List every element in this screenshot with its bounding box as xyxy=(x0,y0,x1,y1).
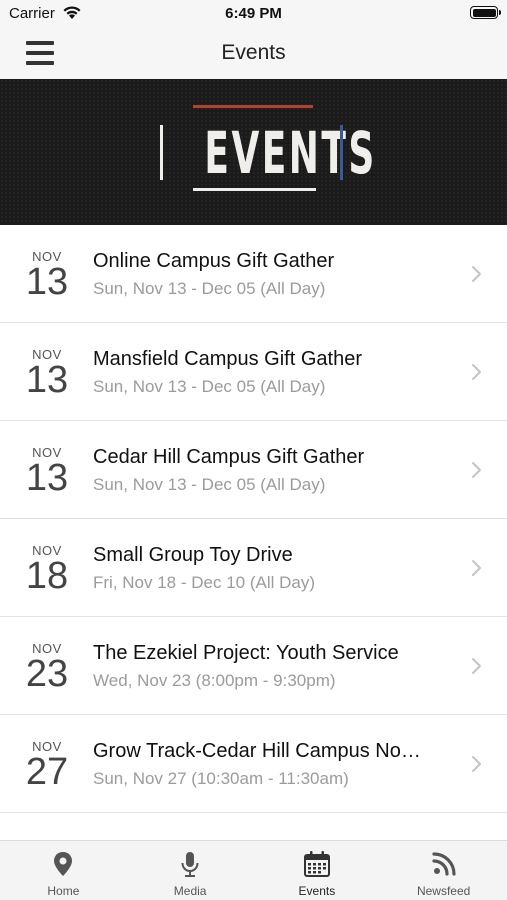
event-title: Online Campus Gift Gather xyxy=(93,250,335,272)
event-row[interactable]: NOV 27 Grow Track-Cedar Hill Campus No… … xyxy=(0,715,507,813)
event-day: 18 xyxy=(25,555,69,597)
rss-feed-icon xyxy=(432,852,456,876)
event-subtitle: Sun, Nov 13 - Dec 05 (All Day) xyxy=(93,279,326,298)
event-title: Small Group Toy Drive xyxy=(93,544,293,566)
event-row-partial[interactable] xyxy=(0,813,507,840)
tab-events[interactable]: Events xyxy=(254,841,381,900)
event-title: The Ezekiel Project: Youth Service xyxy=(93,642,399,664)
event-day: 13 xyxy=(25,457,69,499)
events-list[interactable]: NOV 13 Online Campus Gift Gather Sun, No… xyxy=(0,225,507,840)
chevron-right-icon xyxy=(472,658,481,674)
events-logo: EVENTS xyxy=(160,105,377,195)
microphone-icon xyxy=(181,852,199,877)
chevron-right-icon xyxy=(472,266,481,282)
banner-right-bar xyxy=(340,125,343,180)
event-subtitle: Sun, Nov 27 (10:30am - 11:30am) xyxy=(93,769,349,788)
event-row[interactable]: NOV 23 The Ezekiel Project: Youth Servic… xyxy=(0,617,507,715)
battery-icon xyxy=(470,6,501,19)
navigation-bar: Events xyxy=(0,28,507,79)
status-bar: Carrier 6:49 PM xyxy=(0,0,507,28)
event-row[interactable]: NOV 13 Cedar Hill Campus Gift Gather Sun… xyxy=(0,421,507,519)
event-day: 23 xyxy=(25,653,69,695)
tab-label: Media xyxy=(173,884,207,898)
event-row[interactable]: NOV 13 Online Campus Gift Gather Sun, No… xyxy=(0,225,507,323)
page-title: Events xyxy=(221,41,286,64)
event-subtitle: Wed, Nov 23 (8:00pm - 9:30pm) xyxy=(93,671,336,690)
event-subtitle: Sun, Nov 13 - Dec 05 (All Day) xyxy=(93,475,326,494)
banner-red-rule xyxy=(193,105,313,108)
tab-label: Newsfeed xyxy=(416,884,471,898)
chevron-right-icon xyxy=(472,756,481,772)
event-day: 27 xyxy=(25,751,69,793)
calendar-icon xyxy=(303,851,330,877)
banner-white-rule xyxy=(193,188,316,191)
location-pin-icon xyxy=(54,852,73,876)
event-subtitle: Sun, Nov 13 - Dec 05 (All Day) xyxy=(93,377,326,396)
banner-word: EVENTS xyxy=(204,119,377,187)
clock: 6:49 PM xyxy=(225,5,282,22)
event-date: NOV 27 xyxy=(18,739,76,793)
tab-media[interactable]: Media xyxy=(127,841,254,900)
event-date: NOV 18 xyxy=(18,543,76,597)
chevron-right-icon xyxy=(472,560,481,576)
event-day: 13 xyxy=(25,261,69,303)
event-title: Grow Track-Cedar Hill Campus No… xyxy=(93,740,421,762)
event-title: Cedar Hill Campus Gift Gather xyxy=(93,446,365,468)
event-row[interactable]: NOV 18 Small Group Toy Drive Fri, Nov 18… xyxy=(0,519,507,617)
tab-home[interactable]: Home xyxy=(0,841,127,900)
event-date: NOV 13 xyxy=(18,445,76,499)
banner-left-bar xyxy=(160,125,163,180)
chevron-right-icon xyxy=(472,364,481,380)
tab-label: Events xyxy=(298,884,336,898)
event-title: Mansfield Campus Gift Gather xyxy=(93,348,362,370)
event-date: NOV 13 xyxy=(18,249,76,303)
event-date: NOV 13 xyxy=(18,347,76,401)
event-subtitle: Fri, Nov 18 - Dec 10 (All Day) xyxy=(93,573,315,592)
tab-bar: Home Media Events Newsfeed xyxy=(0,840,507,900)
event-date: NOV 23 xyxy=(18,641,76,695)
chevron-right-icon xyxy=(472,462,481,478)
events-banner: EVENTS xyxy=(0,79,507,225)
event-row[interactable]: NOV 13 Mansfield Campus Gift Gather Sun,… xyxy=(0,323,507,421)
tab-newsfeed[interactable]: Newsfeed xyxy=(380,841,507,900)
event-day: 13 xyxy=(25,359,69,401)
tab-label: Home xyxy=(47,884,80,898)
